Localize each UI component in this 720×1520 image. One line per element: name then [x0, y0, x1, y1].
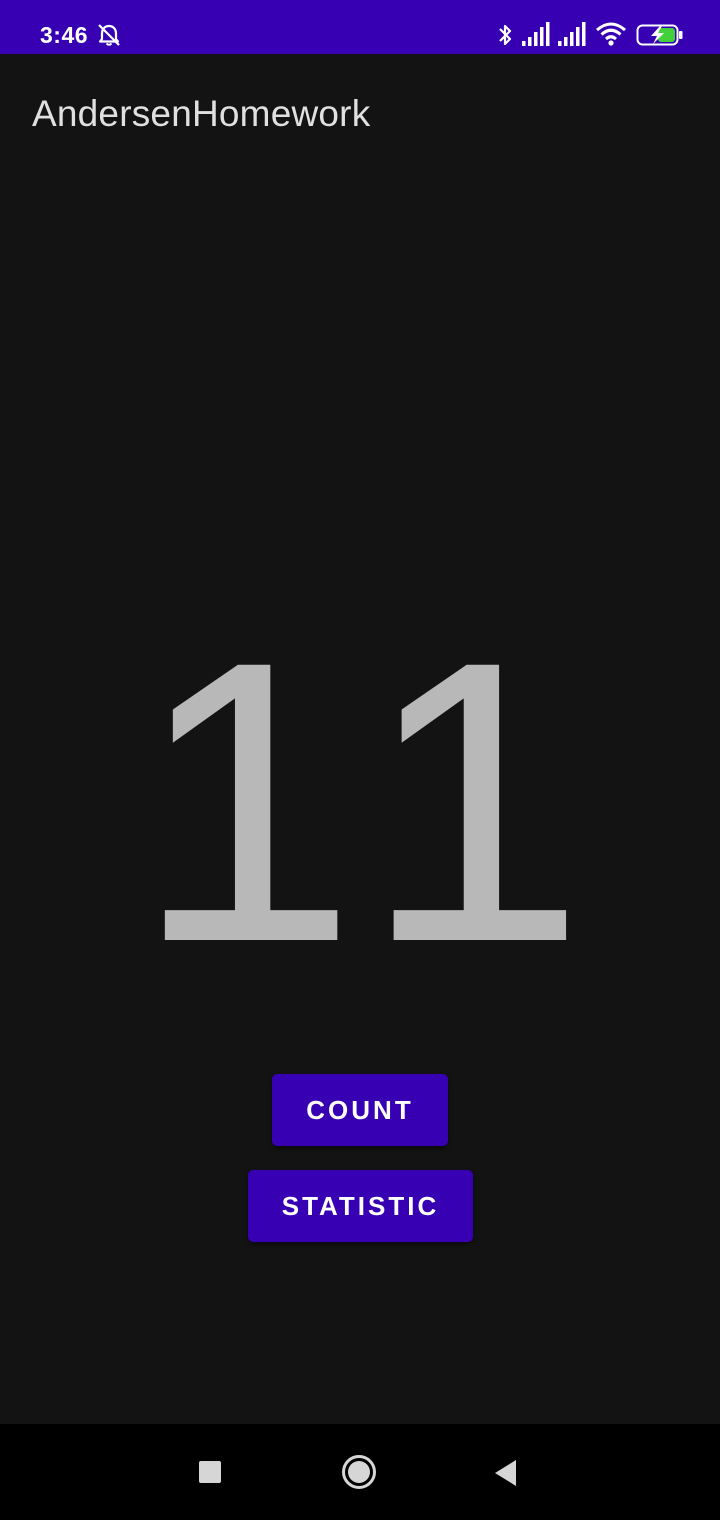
signal-icon: [522, 22, 550, 46]
app-screen: 3:46 AndersenHomework 11 COUNT STATISTIC: [0, 0, 720, 1520]
statistic-button[interactable]: STATISTIC: [248, 1170, 473, 1242]
alarm-off-icon: [98, 24, 120, 46]
app-title: AndersenHomework: [32, 93, 371, 134]
wifi-icon: [596, 22, 626, 46]
status-bar: 3:46: [0, 0, 720, 54]
home-icon[interactable]: [341, 1454, 377, 1490]
back-icon[interactable]: [494, 1459, 518, 1487]
count-button[interactable]: COUNT: [272, 1074, 448, 1146]
bluetooth-icon: [499, 24, 512, 46]
status-time: 3:46: [40, 22, 89, 48]
counter-value: 11: [134, 578, 622, 1025]
signal-icon: [558, 22, 586, 46]
battery-charging-icon: [636, 24, 683, 46]
recents-icon[interactable]: [198, 1460, 222, 1484]
navigation-bar: [0, 1424, 720, 1520]
